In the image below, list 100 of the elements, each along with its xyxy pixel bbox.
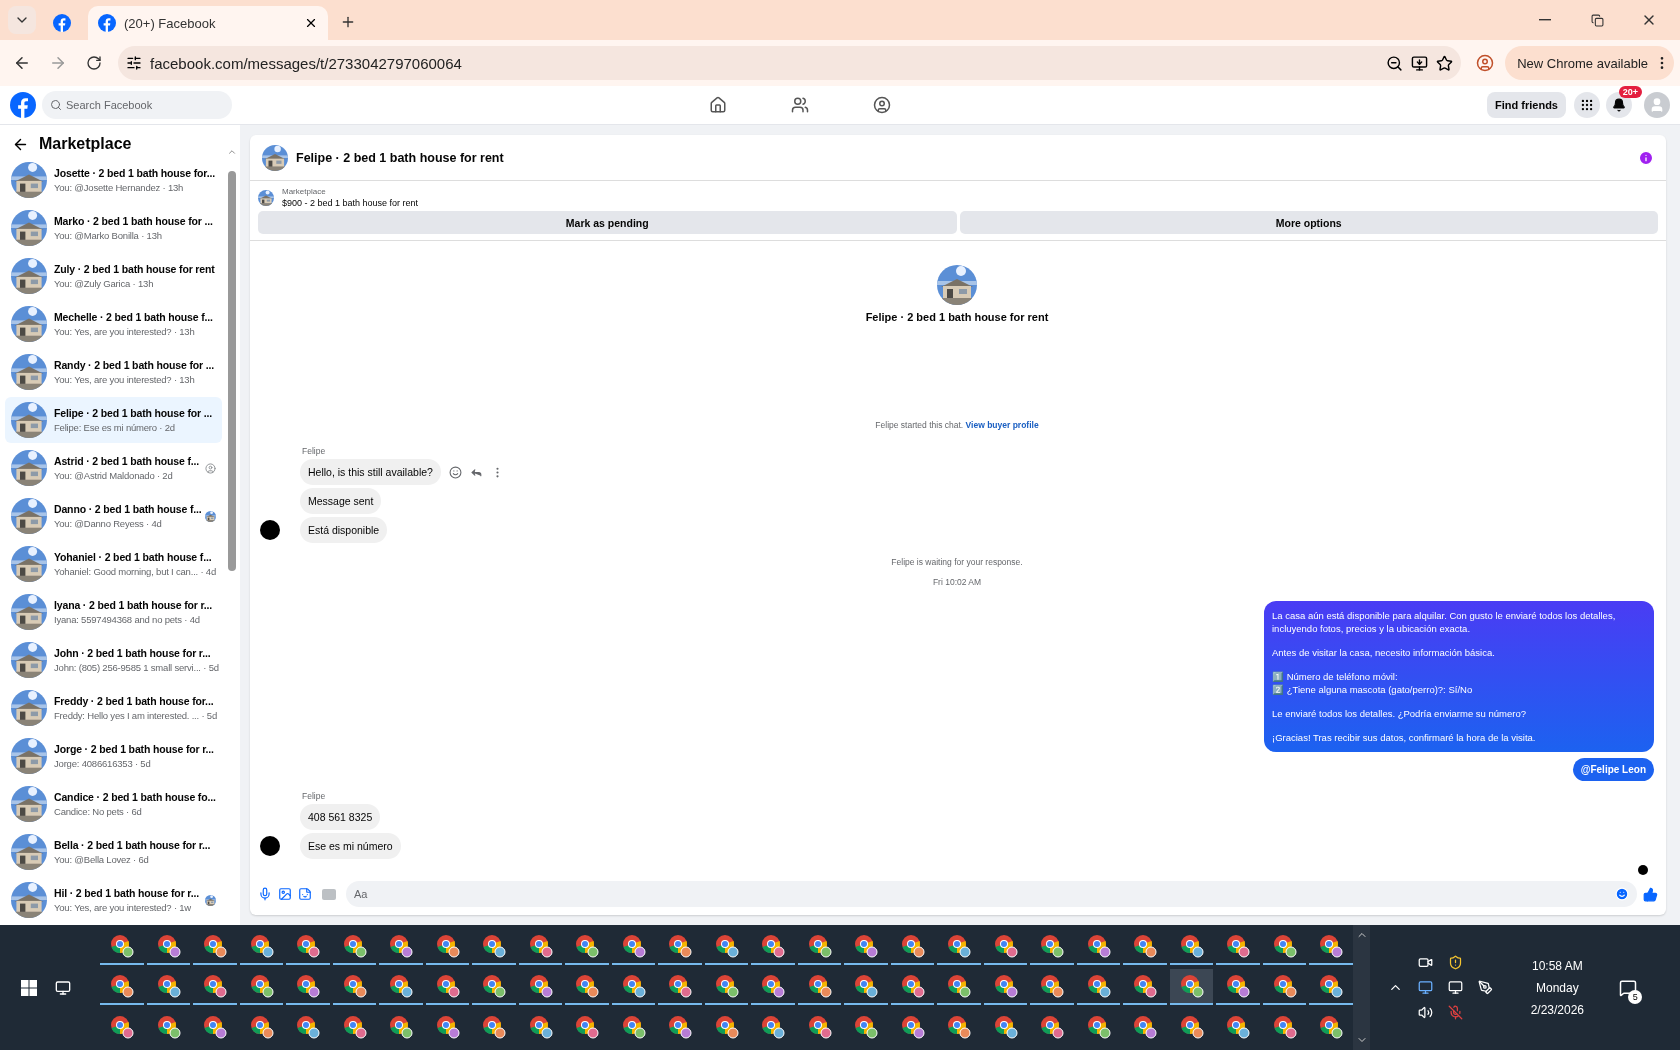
intro-title: Felipe · 2 bed 1 bath house for rent <box>865 311 1049 323</box>
chrome-icon <box>110 974 135 999</box>
conversation-item[interactable]: Iyana · 2 bed 1 bath house for r... Iyana: 5597494368 and no pets · 4d <box>5 589 222 635</box>
chrome-icon <box>761 974 786 999</box>
install-icon[interactable] <box>1411 54 1429 72</box>
conversation-item[interactable]: Mechelle · 2 bed 1 bath house f... You: Yes, are you interested? · 13h <box>5 301 222 347</box>
image-icon[interactable] <box>278 887 292 901</box>
chrome-icon <box>156 974 181 999</box>
conversation-item[interactable]: Zuly · 2 bed 1 bath house for rent You: @Zuly Garica · 13h <box>5 253 222 299</box>
action-button[interactable]: Mark as pending <box>258 211 957 234</box>
conversation-item[interactable]: Randy · 2 bed 1 bath house for ... You: Yes, are you interested? · 13h <box>5 349 222 395</box>
app-tray-icon[interactable] <box>1418 980 1434 995</box>
scrollbar-thumb[interactable] <box>228 171 236 571</box>
update-chrome-button[interactable]: New Chrome available <box>1505 46 1674 80</box>
sticker-icon[interactable] <box>298 887 312 901</box>
conversation-item[interactable]: Yohaniel · 2 bed 1 bath house f... Yohaniel: Good morning, but I can... · 4d <box>5 541 222 587</box>
home-icon[interactable] <box>708 96 727 114</box>
task-view-icon[interactable] <box>55 979 72 996</box>
chrome-icon <box>342 1014 367 1039</box>
conversation-preview: You: @Danno Reyess · 4d <box>54 518 163 529</box>
conversation-item[interactable]: Candice · 2 bed 1 bath house fo... Candice: No pets · 6d <box>5 781 222 827</box>
chrome-icon <box>947 1014 972 1039</box>
windows-logo-icon[interactable] <box>21 979 38 996</box>
site-info-icon[interactable] <box>126 55 142 71</box>
chrome-icon <box>854 1014 879 1039</box>
chrome-icon <box>575 1014 600 1039</box>
conversation-preview: You: @Zuly Garica · 13h <box>54 278 155 289</box>
conversation-item[interactable]: Hil · 2 bed 1 bath house for r... You: Yes, are you interested? · 1w <box>5 877 222 923</box>
chrome-icon <box>1133 1014 1158 1039</box>
conversation-title: Bella · 2 bed 1 bath house for r... <box>54 839 212 851</box>
network-icon[interactable] <box>1448 980 1464 995</box>
info-icon[interactable] <box>1638 149 1654 166</box>
conversation-item[interactable]: Marko · 2 bed 1 bath house for ... You: @Marko Bonilla · 13h <box>5 205 222 251</box>
person-icon <box>1649 97 1665 113</box>
chrome-icon <box>854 934 879 959</box>
forward-arrow-icon <box>49 54 67 72</box>
conversation-item[interactable]: John · 2 bed 1 bath house for r... John: (805) 256-9585 1 small servi... · 5d <box>5 637 222 683</box>
microphone-icon[interactable] <box>1448 1005 1464 1020</box>
chrome-icon <box>621 1014 646 1039</box>
sender-name: Felipe <box>302 446 327 456</box>
conversation-preview: You: @Josette Hernandez · 13h <box>54 182 185 193</box>
zoom-icon[interactable] <box>1386 54 1404 72</box>
conversation-preview: Iyana: 5597494368 and no pets · 4d <box>54 614 201 625</box>
profile-icon[interactable] <box>872 96 891 114</box>
clock-time: 10:58 AM <box>1532 958 1583 973</box>
conversation-item[interactable]: Josette · 2 bed 1 bath house for... You: @Josette Hernandez · 13h <box>5 157 222 203</box>
view-buyer-profile-link[interactable]: View buyer profile <box>965 420 1039 430</box>
chrome-icon <box>156 1014 181 1039</box>
message-bubble: Hello, is this still available? <box>300 459 441 485</box>
search-field[interactable]: Search Facebook <box>42 91 232 119</box>
message-field[interactable]: Aa <box>346 881 1637 907</box>
conversation-item[interactable]: Astrid · 2 bed 1 bath house f... You: @Astrid Maldonado · 2d <box>5 445 222 491</box>
close-tab-icon[interactable] <box>304 16 318 30</box>
facebook-logo[interactable] <box>10 92 36 118</box>
message-text: 1⃣ Número de teléfono móvil: 2⃣ ¿Tiene alguna mascota (gato/perro)?: Sí/No <box>1272 670 1474 696</box>
pen-icon[interactable] <box>1478 980 1494 995</box>
friends-icon[interactable] <box>790 96 809 114</box>
conversation-title: Mechelle · 2 bed 1 bath house f... <box>54 311 214 323</box>
security-warning-icon[interactable] <box>1448 955 1464 970</box>
conversation-item[interactable]: Jorge · 2 bed 1 bath house for r... Jorge: 4086616353 · 5d <box>5 733 222 779</box>
conversation-title: Yohaniel · 2 bed 1 bath house f... <box>54 551 213 563</box>
conversation-preview: Candice: No pets · 6d <box>54 806 143 817</box>
chrome-icon <box>203 934 228 959</box>
conversation-title: Candice · 2 bed 1 bath house fo... <box>54 791 216 803</box>
chrome-icon <box>389 934 414 959</box>
chrome-icon <box>714 974 739 999</box>
like-icon[interactable] <box>1643 886 1658 902</box>
meet-now-icon[interactable] <box>1418 955 1434 970</box>
chrome-icon <box>1133 974 1158 999</box>
facebook-logo[interactable] <box>98 14 116 32</box>
chrome-icon <box>1086 974 1111 999</box>
find-friends-button[interactable]: Find friends <box>1487 92 1566 118</box>
chrome-icon <box>435 934 460 959</box>
conversation-title: Felipe · 2 bed 1 bath house for ... <box>54 407 214 419</box>
volume-icon[interactable] <box>1418 1005 1434 1020</box>
facebook-logo[interactable] <box>53 14 71 32</box>
browser-tab[interactable]: (20+) Facebook <box>88 6 328 40</box>
conversation-title: Randy · 2 bed 1 bath house for ... <box>54 359 215 371</box>
bookmark-star-icon[interactable] <box>1436 54 1454 72</box>
chrome-icon <box>203 974 228 999</box>
chrome-icon <box>993 974 1018 999</box>
grid-icon <box>1580 98 1594 112</box>
chrome-icon <box>1226 1014 1251 1039</box>
avatar <box>260 836 280 856</box>
emoji-icon[interactable] <box>448 465 462 479</box>
tab-title: (20+) Facebook <box>124 15 217 31</box>
message-bubble: Message sent <box>300 488 382 514</box>
chrome-icon <box>342 974 367 999</box>
conversation-item[interactable]: Bella · 2 bed 1 bath house for r... You: @Bella Lovez · 6d <box>5 829 222 875</box>
microphone-icon[interactable] <box>258 887 272 901</box>
menu-grid-button[interactable] <box>1574 92 1600 118</box>
taskbar-app[interactable] <box>1170 969 1214 1006</box>
chrome-icon <box>482 934 507 959</box>
conversation-item[interactable]: Felipe · 2 bed 1 bath house for ... Felipe: Ese es mi número · 2d <box>5 397 222 443</box>
conversation-item[interactable]: Freddy · 2 bed 1 bath house for... Freddy: Hello yes I am interested. ... · 5d <box>5 685 222 731</box>
action-button[interactable]: More options <box>959 211 1658 234</box>
chrome-icon <box>900 974 925 999</box>
conversation-item[interactable]: Danno · 2 bed 1 bath house f... You: @Danno Reyess · 4d <box>5 493 222 539</box>
chrome-icon <box>435 1014 460 1039</box>
address-bar[interactable]: facebook.com/messages/t/2733042797060064 <box>118 46 1462 80</box>
